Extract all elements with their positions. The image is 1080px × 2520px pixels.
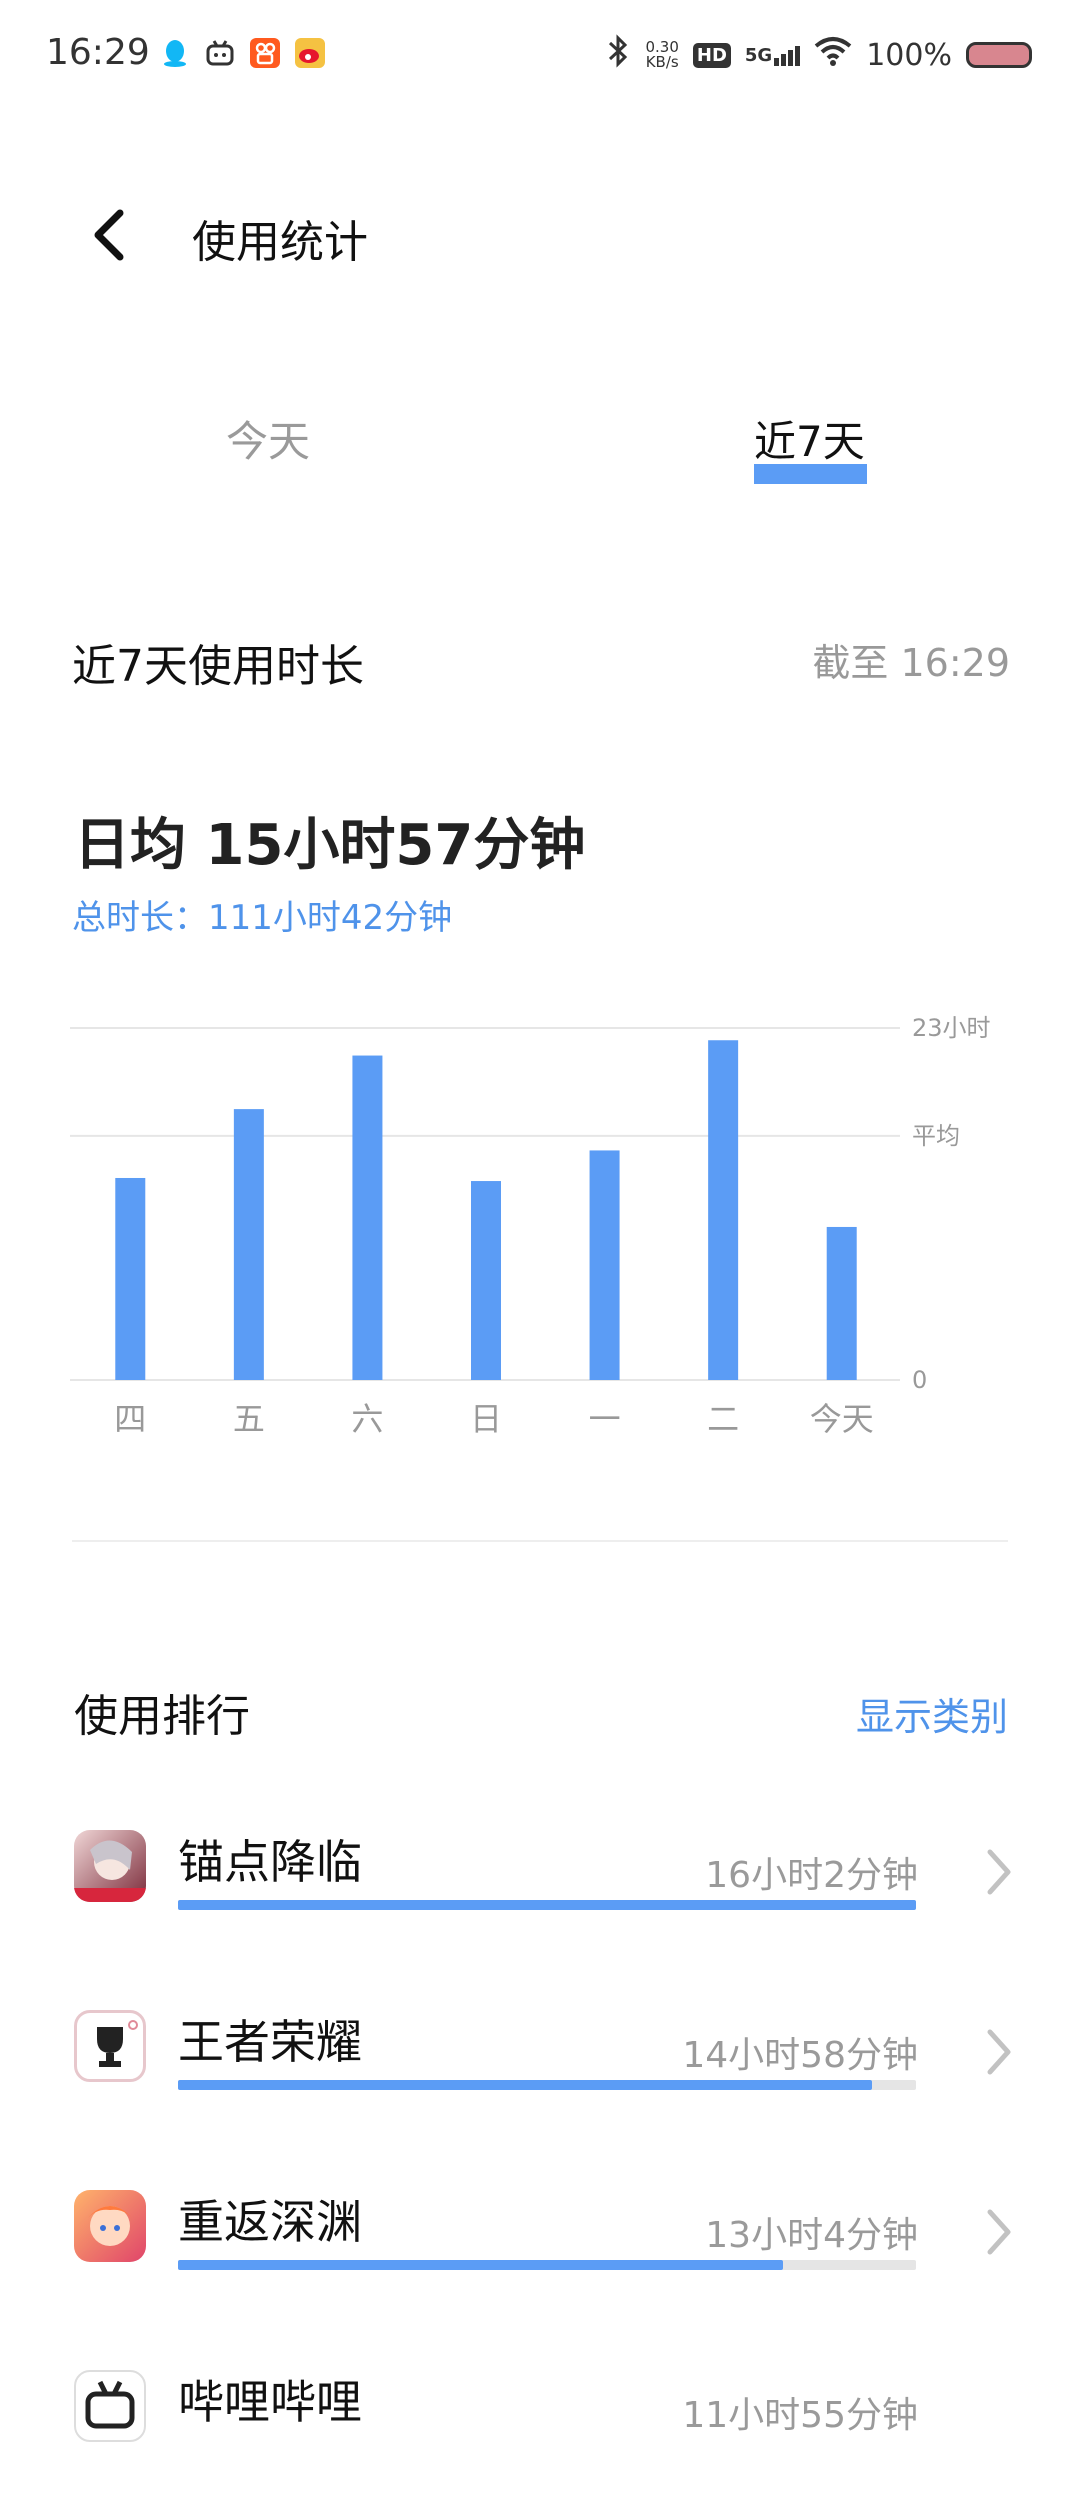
chart-bar bbox=[708, 1040, 739, 1380]
app-name: 哔哩哔哩 bbox=[178, 2375, 362, 2429]
as-of-time: 截至 16:29 bbox=[812, 641, 1010, 685]
app-row-bilibili[interactable]: 哔哩哔哩 11小时55分钟 bbox=[0, 2340, 1080, 2520]
chevron-right-icon bbox=[987, 2209, 1011, 2255]
app-usage-time: 14小时58分钟 bbox=[682, 2035, 918, 2076]
wifi-icon bbox=[814, 36, 852, 74]
x-tick-label: 一 bbox=[589, 1400, 621, 1438]
y-tick-label: 0 bbox=[912, 1366, 927, 1394]
x-tick-label: 今天 bbox=[810, 1400, 874, 1438]
usage-progress-fill bbox=[178, 1900, 916, 1910]
page-title: 使用统计 bbox=[192, 217, 368, 268]
hd-icon: HD bbox=[692, 42, 731, 68]
signal-5g-icon: 5G bbox=[744, 44, 801, 66]
daily-average: 日均 15小时57分钟 bbox=[74, 813, 586, 878]
app-usage-time: 16小时2分钟 bbox=[705, 1855, 918, 1896]
usage-bar-chart: 23小时平均 0 四 五 六 日 一 二 今天 bbox=[70, 1014, 991, 1438]
status-bar-right: 0.30 KB/s HD 5G 100% bbox=[605, 34, 1032, 76]
x-tick-label: 日 bbox=[470, 1400, 502, 1438]
weibo-icon bbox=[295, 38, 325, 68]
chevron-right-icon bbox=[987, 1849, 1011, 1895]
bilibili-icon bbox=[205, 38, 235, 68]
network-speed-unit: KB/s bbox=[645, 53, 679, 71]
section-divider bbox=[72, 1540, 1008, 1542]
usage-progress-fill bbox=[178, 2080, 872, 2090]
chart-bar bbox=[233, 1109, 264, 1380]
network-speed: 0.30 KB/s bbox=[645, 40, 678, 70]
bilibili-app-icon bbox=[74, 2370, 146, 2442]
usage-progress-bar bbox=[178, 1900, 916, 1910]
back-arrow-icon bbox=[94, 209, 124, 261]
battery-icon bbox=[966, 42, 1032, 68]
qq-icon bbox=[160, 38, 190, 68]
app-usage-time: 13小时4分钟 bbox=[705, 2215, 918, 2256]
app-row-honor-of-kings[interactable]: 王者荣耀 14小时58分钟 bbox=[0, 1980, 1080, 2160]
show-categories-link[interactable]: 显示类别 bbox=[856, 1686, 1008, 1741]
total-duration: 总时长：111小时42分钟 bbox=[72, 898, 453, 938]
anchor-point-app-icon bbox=[74, 1830, 146, 1902]
network-type: 5G bbox=[744, 44, 773, 66]
bluetooth-icon bbox=[605, 34, 631, 76]
chart-bar bbox=[826, 1226, 857, 1380]
honor-of-kings-app-icon bbox=[74, 2010, 146, 2082]
kuaishou-icon bbox=[250, 38, 280, 68]
usage-progress-bar bbox=[178, 2260, 916, 2270]
chart-bar bbox=[115, 1177, 146, 1380]
x-tick-label: 六 bbox=[351, 1400, 383, 1438]
battery-percent: 100% bbox=[866, 37, 952, 73]
status-time: 16:29 bbox=[46, 32, 150, 73]
x-tick-label: 四 bbox=[114, 1400, 146, 1438]
app-row-return-abyss[interactable]: 重返深渊 13小时4分钟 bbox=[0, 2160, 1080, 2340]
app-row-anchor-point[interactable]: 锚点降临 16小时2分钟 bbox=[0, 1800, 1080, 1980]
app-name: 王者荣耀 bbox=[178, 2015, 362, 2069]
tab-selected-indicator bbox=[754, 464, 867, 484]
tab-today[interactable]: 今天 bbox=[226, 408, 310, 469]
ranking-title: 使用排行 bbox=[74, 1691, 250, 1742]
usage-duration-title: 近7天使用时长 bbox=[72, 641, 364, 692]
app-name: 重返深渊 bbox=[178, 2195, 362, 2249]
usage-progress-fill bbox=[178, 2260, 784, 2270]
y-tick-label: 23小时 bbox=[912, 1014, 991, 1042]
chart-bar bbox=[471, 1181, 501, 1380]
chart-bar bbox=[589, 1150, 620, 1380]
usage-progress-bar bbox=[178, 2080, 916, 2090]
app-usage-time: 11小时55分钟 bbox=[682, 2395, 918, 2436]
back-button[interactable] bbox=[78, 200, 138, 270]
x-tick-label: 二 bbox=[707, 1400, 739, 1438]
chevron-right-icon bbox=[987, 2029, 1011, 2075]
y-tick-label: 平均 bbox=[912, 1122, 960, 1150]
return-abyss-app-icon bbox=[74, 2190, 146, 2262]
x-tick-label: 五 bbox=[233, 1400, 265, 1438]
app-name: 锚点降临 bbox=[178, 1835, 362, 1889]
tab-last-7-days[interactable]: 近7天 bbox=[754, 408, 865, 469]
chart-bar bbox=[352, 1055, 383, 1380]
